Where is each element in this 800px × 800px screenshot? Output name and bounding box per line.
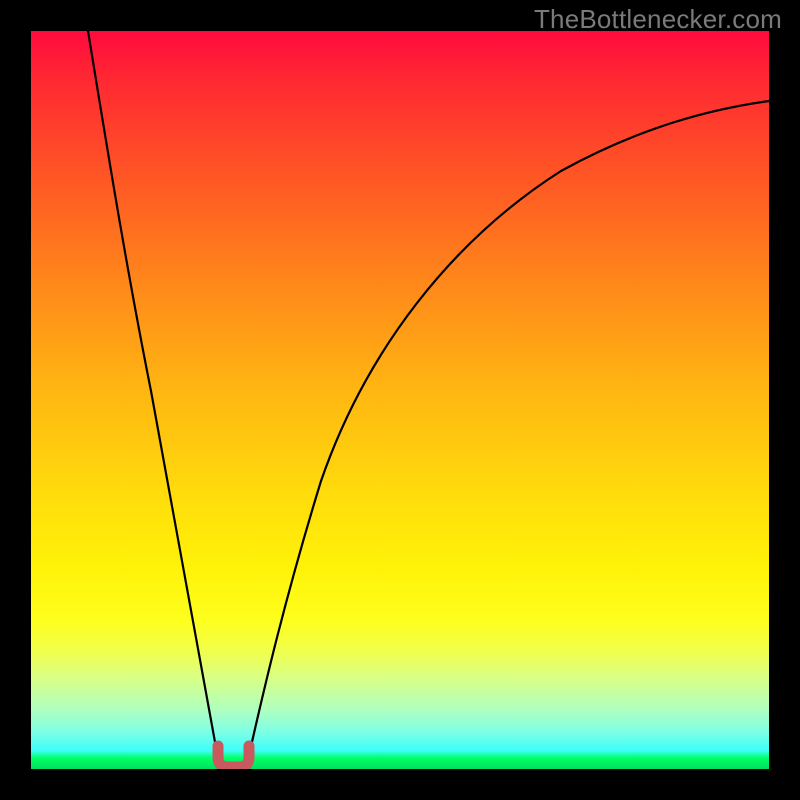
curve-left-branch: [88, 31, 219, 764]
watermark-text: TheBottlenecker.com: [534, 4, 782, 35]
chart-svg: [31, 31, 769, 769]
curve-right-branch: [247, 101, 769, 764]
bottleneck-marker: [218, 746, 249, 767]
plot-area: [31, 31, 769, 769]
chart-frame: TheBottlenecker.com: [0, 0, 800, 800]
